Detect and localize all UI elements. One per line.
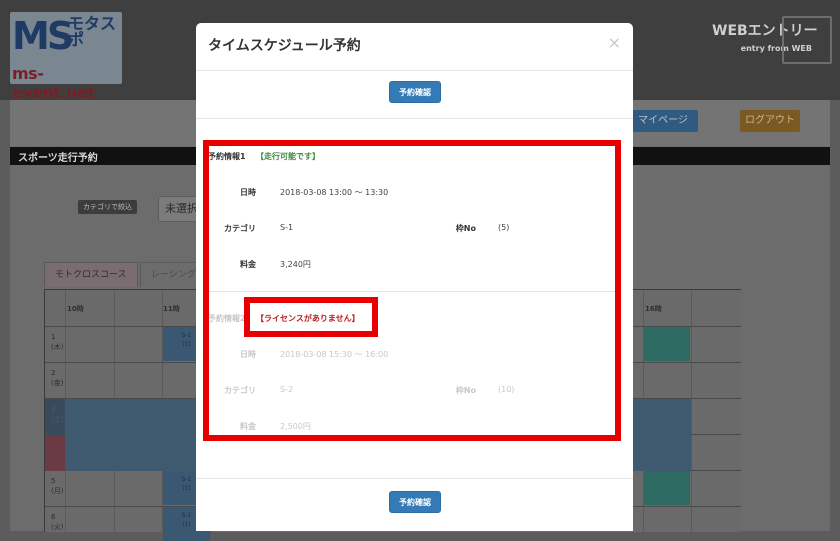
modal-footer-divider <box>196 478 633 479</box>
day-label: 6 (火) <box>51 513 64 531</box>
mypage-button[interactable]: マイページ <box>628 110 698 132</box>
day-label: 2 (金) <box>51 369 64 387</box>
annotation-highlight-box <box>203 140 621 441</box>
hour-label: 10時 <box>67 305 84 313</box>
day-label: 5 (月) <box>51 477 64 495</box>
logo-ms-text: MS <box>12 14 74 58</box>
section-title: スポーツ走行予約 <box>18 153 98 164</box>
reservation-modal: タイムスケジュール予約 × 予約確認 予約情報1 【走行可能です】 日時 201… <box>196 23 633 531</box>
annotation-license-highlight <box>244 297 378 337</box>
logo-url-text: ms-event.net <box>12 64 95 102</box>
modal-title: タイムスケジュール予約 <box>208 38 361 54</box>
category-filter-label: カテゴリで絞込 <box>78 200 137 214</box>
logout-button[interactable]: ログアウト <box>740 110 800 132</box>
close-icon[interactable]: × <box>608 33 621 52</box>
tab-motocross-course[interactable]: モトクロスコース <box>44 262 138 287</box>
logo-kana-text: モタスポ <box>68 14 117 49</box>
confirm-reservation-button-bottom[interactable]: 予約確認 <box>389 491 441 513</box>
day-label: 1 (木) <box>51 333 64 351</box>
site-logo[interactable]: MS モタスポ ms-event.net <box>10 12 122 102</box>
web-entry-badge: WEBエントリー entry from WEB <box>712 16 832 64</box>
day-label: 4 (日) <box>51 441 64 459</box>
schedule-slot[interactable] <box>644 327 690 361</box>
monitor-icon <box>782 16 832 64</box>
day-label: 3 (土) <box>51 405 64 423</box>
hour-label: 16時 <box>645 305 662 313</box>
confirm-reservation-button-top[interactable]: 予約確認 <box>389 81 441 103</box>
modal-divider <box>196 118 633 119</box>
schedule-slot[interactable] <box>644 471 690 505</box>
hour-label: 11時 <box>163 305 180 313</box>
modal-header: タイムスケジュール予約 × <box>196 23 633 71</box>
